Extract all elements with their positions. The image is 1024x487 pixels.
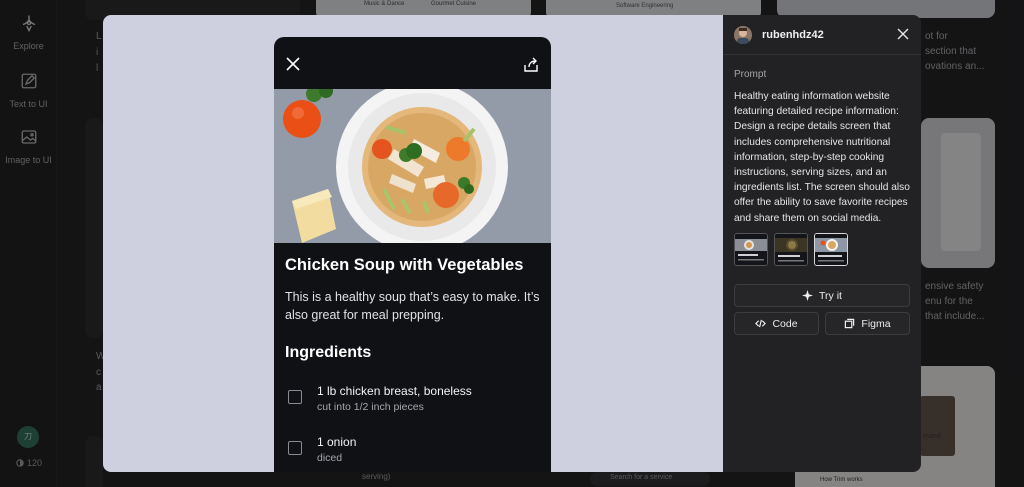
figma-button[interactable]: Figma [825, 312, 910, 335]
code-icon [755, 319, 767, 328]
code-label: Code [772, 317, 798, 330]
ingredient-checkbox[interactable] [288, 441, 302, 455]
author-photo [734, 26, 752, 44]
panel-header: rubenhdz42 [723, 15, 921, 55]
thumbnail-image [815, 234, 847, 265]
phone-header [274, 37, 551, 89]
try-it-button[interactable]: Try it [734, 284, 910, 307]
close-icon[interactable] [897, 28, 909, 40]
ingredients-heading: Ingredients [285, 344, 372, 361]
screen-thumbnails [734, 233, 848, 266]
phone-mockup: Chicken Soup with Vegetables This is a h… [274, 37, 551, 472]
screen-thumbnail[interactable] [734, 233, 768, 266]
ingredient-checkbox[interactable] [288, 390, 302, 404]
ingredient-name: 1 onion [317, 435, 357, 449]
design-details-panel: rubenhdz42 Prompt Healthy eating informa… [723, 15, 921, 472]
prompt-text: Healthy eating information website featu… [734, 91, 910, 224]
recipe-hero-image [274, 89, 551, 243]
preview-modal: Chicken Soup with Vegetables This is a h… [103, 15, 921, 472]
thumbnail-image [735, 234, 767, 265]
try-it-label: Try it [819, 289, 842, 302]
author-avatar[interactable] [734, 26, 752, 44]
ingredient-note: diced [317, 452, 343, 464]
copy-icon [845, 318, 855, 329]
ingredient-note: cut into 1/2 inch pieces [317, 401, 424, 413]
thumbnail-image [775, 234, 807, 265]
code-button[interactable]: Code [734, 312, 819, 335]
figma-label: Figma [861, 317, 891, 330]
share-icon[interactable] [523, 57, 539, 73]
screen-thumbnail[interactable] [814, 233, 848, 266]
soup-illustration [274, 89, 551, 243]
close-icon[interactable] [286, 57, 300, 71]
recipe-title: Chicken Soup with Vegetables [285, 256, 524, 274]
recipe-description: This is a healthy soup that’s easy to ma… [285, 290, 540, 322]
author-name[interactable]: rubenhdz42 [762, 29, 824, 41]
ingredient-name: 1 lb chicken breast, boneless [317, 384, 472, 398]
sparkle-icon [802, 290, 814, 301]
screen-thumbnail[interactable] [774, 233, 808, 266]
prompt-label: Prompt [734, 69, 767, 80]
design-preview-area: Chicken Soup with Vegetables This is a h… [103, 15, 723, 472]
